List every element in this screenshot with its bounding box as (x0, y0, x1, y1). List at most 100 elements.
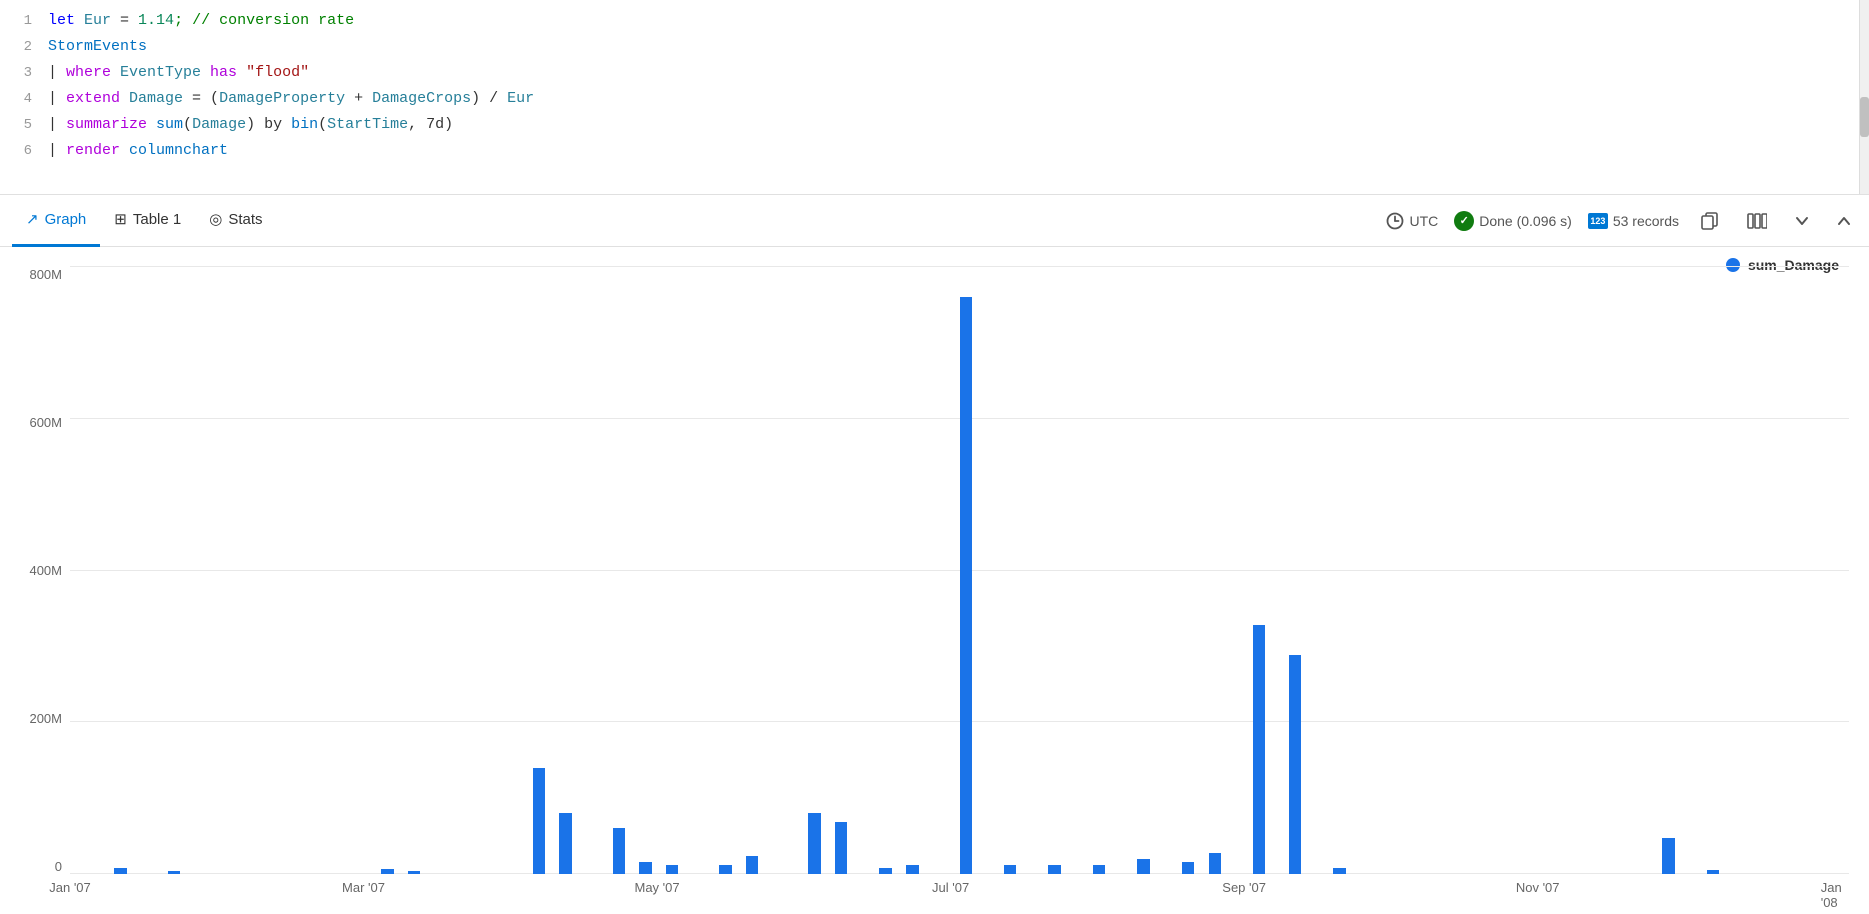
x-axis-label: Nov '07 (1516, 880, 1560, 895)
bar (719, 865, 731, 874)
code-token: sum (156, 116, 183, 133)
bar (1137, 859, 1149, 874)
table-icon: ⊞ (114, 210, 127, 228)
tab-stats-label: Stats (228, 211, 262, 228)
done-icon: ✓ (1454, 211, 1474, 231)
code-content: | where EventType has "flood" (48, 61, 1869, 85)
records-text: 53 records (1613, 213, 1679, 229)
bar (1093, 865, 1105, 874)
tab-graph[interactable]: ↗ Graph (12, 195, 100, 247)
utc-label[interactable]: UTC (1386, 212, 1438, 230)
y-axis-label: 800M (29, 267, 62, 282)
code-token: has (201, 64, 246, 81)
code-content: StormEvents (48, 35, 1869, 59)
grid-line (70, 266, 1849, 267)
code-token: 1.14 (138, 12, 174, 29)
code-line: 4| extend Damage = (DamageProperty + Dam… (0, 86, 1869, 112)
bar (906, 865, 918, 874)
code-token: EventType (120, 64, 201, 81)
bar (639, 862, 651, 874)
code-token: extend (66, 90, 129, 107)
code-token: Damage (129, 90, 183, 107)
line-number: 1 (0, 10, 48, 32)
bar (808, 813, 820, 874)
code-token: columnchart (129, 142, 228, 159)
chart-inner: 0200M400M600M800M Jan '07Mar '07May '07J… (0, 267, 1869, 914)
code-token: ( (183, 116, 192, 133)
x-axis-label: Sep '07 (1222, 880, 1266, 895)
tab-graph-label: Graph (45, 211, 87, 228)
code-token: ; // conversion rate (174, 12, 354, 29)
code-token: + (345, 90, 372, 107)
x-axis-label: Mar '07 (342, 880, 385, 895)
code-content: let Eur = 1.14; // conversion rate (48, 9, 1869, 33)
graph-icon: ↗ (26, 210, 39, 228)
code-token: Eur (507, 90, 534, 107)
code-editor[interactable]: 1let Eur = 1.14; // conversion rate2Stor… (0, 0, 1869, 195)
bar (1662, 838, 1674, 874)
line-number: 5 (0, 114, 48, 136)
bar (666, 865, 678, 874)
code-token: | (48, 90, 66, 107)
expand-button[interactable] (1789, 210, 1815, 232)
code-content: | extend Damage = (DamageProperty + Dama… (48, 87, 1869, 111)
code-token: render (66, 142, 129, 159)
stats-icon: ◎ (209, 210, 222, 228)
code-token: let (48, 12, 84, 29)
bar (746, 856, 758, 874)
tab-table1-label: Table 1 (133, 211, 181, 228)
bar (1289, 655, 1301, 874)
code-token: StartTime (327, 116, 408, 133)
collapse-button[interactable] (1831, 210, 1857, 232)
scrollbar[interactable] (1859, 0, 1869, 194)
code-token: where (66, 64, 120, 81)
line-number: 3 (0, 62, 48, 84)
line-number: 4 (0, 88, 48, 110)
x-axis-label: Jan '07 (49, 880, 91, 895)
copy-button[interactable] (1695, 208, 1725, 234)
x-axis: Jan '07Mar '07May '07Jul '07Sep '07Nov '… (70, 874, 1849, 914)
x-axis-label: Jul '07 (932, 880, 969, 895)
bar (960, 297, 972, 874)
done-badge: ✓ Done (0.096 s) (1454, 211, 1572, 231)
code-token: ( (318, 116, 327, 133)
x-axis-label: Jan '08 (1821, 880, 1842, 910)
code-token: , 7d) (408, 116, 453, 133)
tab-stats[interactable]: ◎ Stats (195, 195, 276, 247)
code-token: ) / (471, 90, 507, 107)
code-token: "flood" (246, 64, 309, 81)
bar (1182, 862, 1194, 874)
clock-icon (1386, 212, 1404, 230)
bar (1004, 865, 1016, 874)
code-token: StormEvents (48, 38, 147, 55)
code-token: = (111, 12, 138, 29)
tab-table1[interactable]: ⊞ Table 1 (100, 195, 195, 247)
y-axis-label: 0 (55, 859, 62, 874)
utc-text: UTC (1409, 213, 1438, 229)
line-number: 2 (0, 36, 48, 58)
y-axis-label: 400M (29, 563, 62, 578)
code-token: Eur (84, 12, 111, 29)
code-token: summarize (66, 116, 156, 133)
bar (1253, 625, 1265, 874)
columns-button[interactable] (1741, 208, 1773, 234)
code-token: DamageProperty (219, 90, 345, 107)
code-line: 5| summarize sum(Damage) by bin(StartTim… (0, 112, 1869, 138)
code-token: bin (291, 116, 318, 133)
code-token: | (48, 116, 66, 133)
code-token: Damage (192, 116, 246, 133)
code-token: | (48, 64, 66, 81)
y-axis: 0200M400M600M800M (0, 267, 70, 874)
code-content: | summarize sum(Damage) by bin(StartTime… (48, 113, 1869, 137)
y-axis-label: 200M (29, 711, 62, 726)
bar (835, 822, 847, 874)
code-line: 6| render columnchart (0, 138, 1869, 164)
bar (1048, 865, 1060, 874)
result-toolbar: ↗ Graph ⊞ Table 1 ◎ Stats UTC ✓ Done (0.… (0, 195, 1869, 247)
toolbar-right: UTC ✓ Done (0.096 s) 123 53 records (1386, 208, 1857, 234)
done-text: Done (0.096 s) (1479, 213, 1572, 229)
code-token: ) by (246, 116, 291, 133)
copy-icon (1701, 212, 1719, 230)
chevron-up-icon (1837, 214, 1851, 228)
chart-area: sum_Damage 0200M400M600M800M Jan '07Mar … (0, 247, 1869, 914)
